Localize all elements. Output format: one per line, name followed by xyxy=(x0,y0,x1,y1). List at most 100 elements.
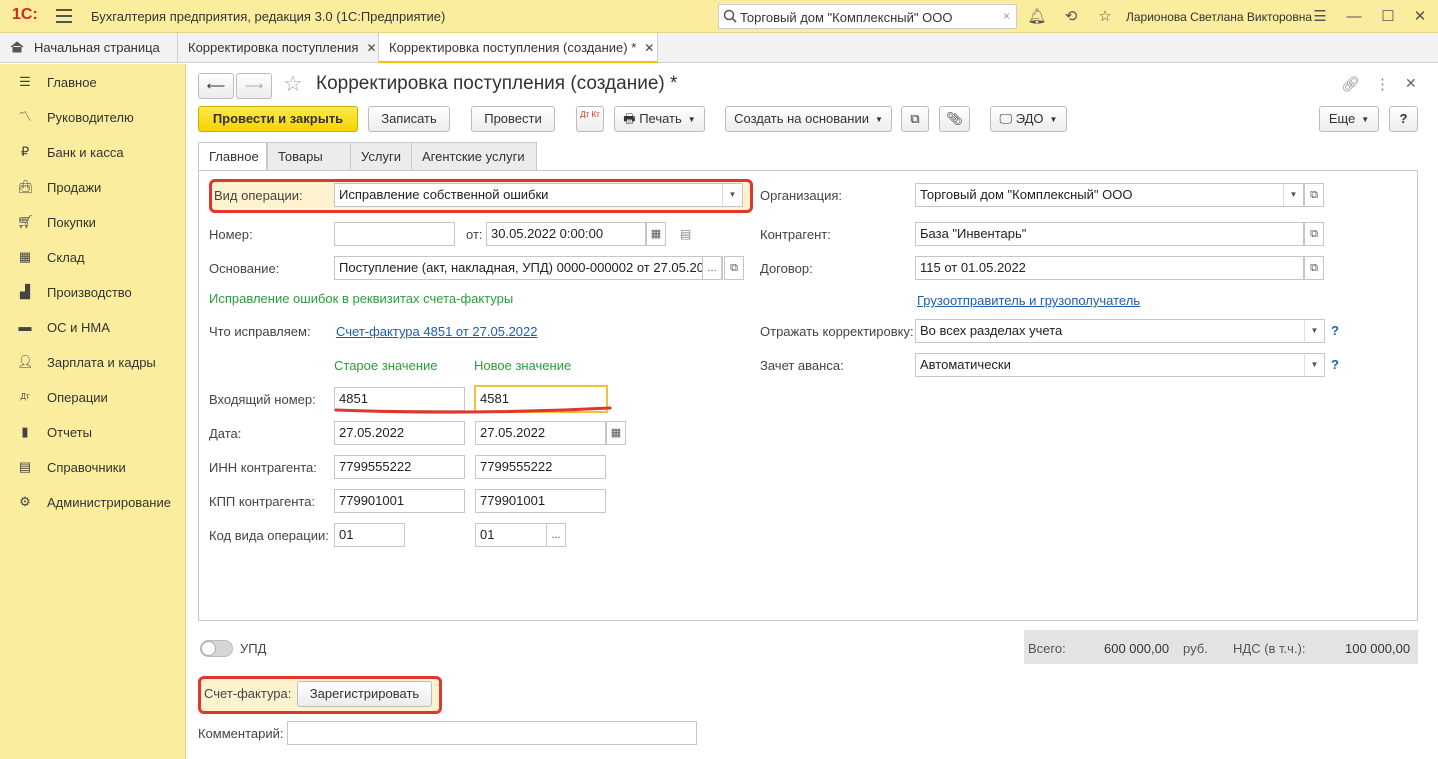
basis-input[interactable]: Поступление (акт, накладная, УПД) 0000-0… xyxy=(334,256,723,280)
kpp-new[interactable]: 779901001 xyxy=(475,489,606,513)
sidebar-item-reports[interactable]: ▮ Отчеты xyxy=(0,415,186,450)
close-tab-icon[interactable]: ✕ xyxy=(366,41,376,55)
sidebar-item-sales[interactable]: 👜︎ Продажи xyxy=(0,170,186,205)
main-menu-icon[interactable] xyxy=(56,9,72,23)
post-button[interactable]: Провести xyxy=(471,106,555,132)
chevron-down-icon[interactable]: ▼ xyxy=(1304,320,1324,342)
sidebar-item-operations[interactable]: Дт Операции xyxy=(0,380,186,415)
dt-kt-button[interactable]: Дт Кт xyxy=(576,106,604,132)
structure-icon[interactable]: ⧉ xyxy=(901,106,929,132)
upd-toggle[interactable] xyxy=(200,640,233,657)
star-icon[interactable]: ☆ xyxy=(1095,7,1115,27)
contractor-input[interactable]: База "Инвентарь" xyxy=(915,222,1304,246)
tab-goods[interactable]: Товары (1) xyxy=(267,142,351,191)
attachment-icon[interactable]: 📎︎ xyxy=(939,106,970,132)
back-button[interactable]: ⟵ xyxy=(198,73,234,99)
calendar-icon[interactable]: ▦ xyxy=(646,222,666,246)
contract-input[interactable]: 115 от 01.05.2022 xyxy=(915,256,1304,280)
chevron-down-icon[interactable]: ▼ xyxy=(722,184,742,206)
chevron-down-icon: ▼ xyxy=(1361,115,1370,124)
dt-kt-icon: Дт Кт xyxy=(580,110,600,119)
operation-code-new[interactable]: 01 xyxy=(475,523,547,547)
tab-correction-create[interactable]: Корректировка поступления (создание) * ✕ xyxy=(379,33,658,63)
calendar-icon[interactable]: ▦ xyxy=(606,421,626,445)
date-old[interactable]: 27.05.2022 xyxy=(334,421,465,445)
tab-main[interactable]: Главное xyxy=(198,142,267,171)
sidebar-item-assets[interactable]: ▬ ОС и НМА xyxy=(0,310,186,345)
sidebar-item-warehouse[interactable]: ▦ Склад xyxy=(0,240,186,275)
number-input[interactable] xyxy=(334,222,455,246)
date-input[interactable]: 30.05.2022 0:00:00 xyxy=(486,222,646,246)
sidebar-item-references[interactable]: ▤ Справочники xyxy=(0,450,186,485)
truck-icon: ▬ xyxy=(18,319,32,334)
tab-correction[interactable]: Корректировка поступления ✕ xyxy=(178,33,379,63)
close-form-icon[interactable]: ✕ xyxy=(1405,75,1417,92)
dt-kt-icon: Дт xyxy=(20,392,30,401)
close-tab-icon[interactable]: ✕ xyxy=(644,41,654,55)
document-info-icon[interactable]: ▤ xyxy=(680,227,691,241)
trend-icon: 〽 xyxy=(18,109,32,124)
print-button[interactable]: 🖶︎ Печать ▼ xyxy=(614,106,705,132)
operation-code-old[interactable]: 01 xyxy=(334,523,405,547)
tab-services[interactable]: Услуги xyxy=(350,142,412,171)
create-based-on-button[interactable]: Создать на основании ▼ xyxy=(725,106,892,132)
inn-old[interactable]: 7799555222 xyxy=(334,455,465,479)
settings-menu-icon[interactable]: ☰ xyxy=(1310,7,1330,27)
more-options-icon[interactable]: ⋮ xyxy=(1375,75,1390,93)
reflect-correction-select[interactable]: Во всех разделах учета ▼ xyxy=(915,319,1325,343)
open-icon[interactable]: ⧉ xyxy=(724,256,744,280)
date-new[interactable]: 27.05.2022 xyxy=(475,421,606,445)
chevron-down-icon: ▼ xyxy=(1049,115,1058,124)
favorite-star-icon[interactable]: ☆ xyxy=(283,71,303,97)
chevron-down-icon[interactable]: ▼ xyxy=(1283,184,1303,206)
history-icon[interactable]: ⟲ xyxy=(1061,7,1081,27)
more-button[interactable]: Еще ▼ xyxy=(1319,106,1379,132)
kpp-old[interactable]: 779901001 xyxy=(334,489,465,513)
vat-value: 100 000,00 xyxy=(1345,641,1411,656)
fix-invoice-heading: Исправление ошибок в реквизитах счета-фа… xyxy=(209,291,514,306)
tab-agent-services[interactable]: Агентские услуги xyxy=(411,142,537,171)
register-invoice-button[interactable]: Зарегистрировать xyxy=(297,681,432,707)
tab-home[interactable]: Начальная страница xyxy=(0,33,178,63)
operation-type-value: Исправление собственной ошибки xyxy=(339,187,549,202)
user-name[interactable]: Ларионова Светлана Викторовна xyxy=(1126,10,1312,24)
open-icon[interactable]: ⧉ xyxy=(1304,183,1324,207)
sidebar-item-main[interactable]: ☰ Главное xyxy=(0,65,186,100)
what-fix-link[interactable]: Счет-фактура 4851 от 27.05.2022 xyxy=(336,324,538,339)
link-icon[interactable]: 🔗︎ xyxy=(1341,75,1360,93)
shipper-consignee-link[interactable]: Грузоотправитель и грузополучатель xyxy=(917,293,1140,308)
maximize-icon[interactable]: ☐ xyxy=(1378,7,1398,27)
sidebar-item-salary[interactable]: 👤︎ Зарплата и кадры xyxy=(0,345,186,380)
help-icon[interactable]: ? xyxy=(1331,323,1339,338)
help-button[interactable]: ? xyxy=(1389,106,1418,132)
operation-type-select[interactable]: Исправление собственной ошибки ▼ xyxy=(334,183,743,207)
minimize-icon[interactable]: — xyxy=(1344,7,1364,27)
search-input[interactable]: Торговый дом "Комплексный" ООО × xyxy=(718,4,1017,29)
edo-button[interactable]: 🖵︎ ЭДО ▼ xyxy=(990,106,1067,132)
open-icon[interactable]: ⧉ xyxy=(1304,256,1324,280)
forward-button[interactable]: ⟶ xyxy=(236,73,272,99)
advance-offset-select[interactable]: Автоматически ▼ xyxy=(915,353,1325,377)
person-icon: 👤︎ xyxy=(17,354,34,369)
post-and-close-button[interactable]: Провести и закрыть xyxy=(198,106,358,132)
more-label: Еще xyxy=(1328,111,1356,126)
inn-new[interactable]: 7799555222 xyxy=(475,455,606,479)
open-icon[interactable]: ⧉ xyxy=(1304,222,1324,246)
organization-select[interactable]: Торговый дом "Комплексный" ООО ▼ xyxy=(915,183,1304,207)
sidebar-item-admin[interactable]: ⚙ Администрирование xyxy=(0,485,186,520)
sidebar-item-bank[interactable]: ₽ Банк и касса xyxy=(0,135,186,170)
comment-input[interactable] xyxy=(287,721,697,745)
printer-icon: 🖶︎ xyxy=(623,111,640,126)
bell-icon[interactable]: 🔔︎ xyxy=(1027,7,1047,27)
ellipsis-button[interactable]: ... xyxy=(546,523,566,547)
save-button[interactable]: Записать xyxy=(368,106,450,132)
chevron-down-icon[interactable]: ▼ xyxy=(1304,354,1324,376)
ellipsis-button[interactable]: ... xyxy=(702,256,722,280)
tab-correction-label: Корректировка поступления xyxy=(188,40,359,55)
sidebar-item-manager[interactable]: 〽 Руководителю xyxy=(0,100,186,135)
close-window-icon[interactable]: ✕ xyxy=(1410,7,1430,27)
sidebar-item-purchases[interactable]: 🛒︎ Покупки xyxy=(0,205,186,240)
sidebar-item-production[interactable]: ▟ Производство xyxy=(0,275,186,310)
help-icon[interactable]: ? xyxy=(1331,357,1339,372)
search-clear-icon[interactable]: × xyxy=(1003,9,1010,23)
